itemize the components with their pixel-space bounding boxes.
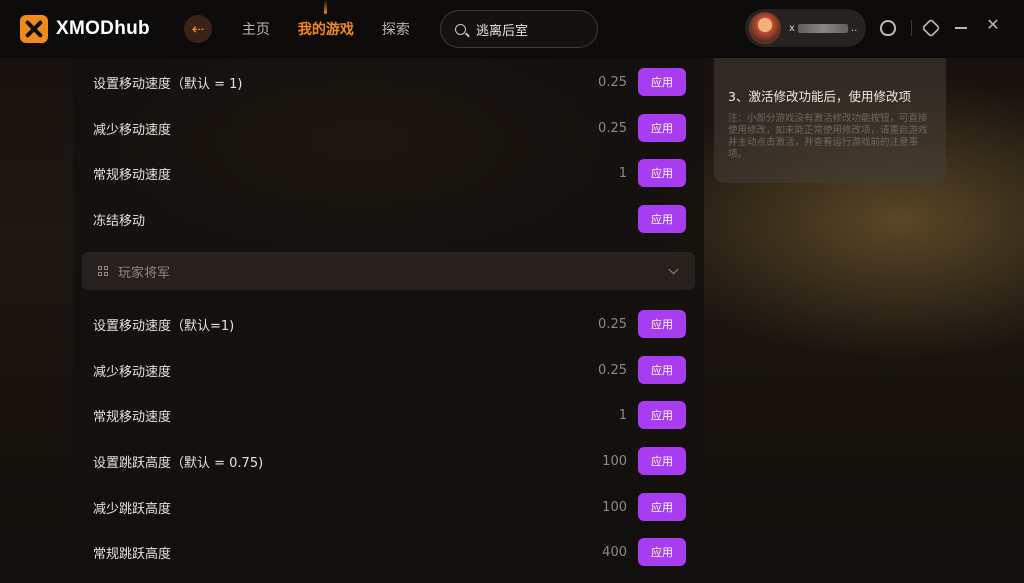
mod-label: 减少移动速度 [93, 122, 172, 138]
instruction-step-3: 3、激活修改功能后，使用修改项 [728, 89, 911, 104]
mod-value[interactable]: 1 [567, 166, 627, 181]
mod-row: 减少移动速度 0.25 应用 [93, 355, 686, 385]
apply-button[interactable]: 应用 [638, 356, 686, 384]
mod-value[interactable]: 1 [567, 408, 627, 423]
close-icon[interactable]: ✕ [985, 17, 1001, 33]
mod-value[interactable]: 100 [567, 454, 627, 469]
nav-my-games[interactable]: 我的游戏 [298, 0, 354, 39]
divider [911, 20, 912, 36]
mod-label: 减少移动速度 [93, 364, 172, 380]
chevron-down-icon[interactable] [668, 264, 679, 275]
mod-row: 减少跳跃高度 100 应用 [93, 492, 686, 522]
instruction-note: 注：小部分游戏没有激活修改功能按钮，可直接使用修改，如未能正常使用修改项，请重启… [728, 113, 928, 160]
back-button[interactable]: ⇠ [183, 15, 212, 43]
grid-icon [98, 265, 109, 277]
mod-label: 设置移动速度（默认=1) [93, 318, 235, 334]
mod-value[interactable]: 0.25 [567, 75, 627, 90]
apply-button[interactable]: 应用 [638, 447, 686, 475]
nav-explore[interactable]: 探索 [382, 19, 410, 39]
mod-value[interactable]: 400 [567, 545, 627, 560]
mod-value[interactable]: 0.25 [567, 317, 627, 332]
mod-row: 常规移动速度 1 应用 [93, 400, 686, 430]
apply-button[interactable]: 应用 [638, 205, 686, 233]
nav-home[interactable]: 主页 [242, 19, 270, 39]
apply-button[interactable]: 应用 [638, 538, 686, 566]
mod-list-panel: 设置移动速度（默认 = 1) 0.25 应用 减少移动速度 0.25 应用 常规… [73, 58, 704, 583]
instructions-card: 3、激活修改功能后，使用修改项 注：小部分游戏没有激活修改功能按钮，可直接使用修… [714, 58, 946, 183]
brand-name: XMODhub [56, 18, 150, 39]
mod-value[interactable]: 0.25 [567, 121, 627, 136]
xmod-logo-icon [20, 15, 48, 43]
support-icon[interactable] [880, 20, 896, 36]
search-icon [455, 23, 466, 35]
apply-button[interactable]: 应用 [638, 114, 686, 142]
username-prefix: x [789, 22, 795, 34]
section-header-player[interactable]: 玩家将军 [82, 252, 695, 290]
logo[interactable]: XMODhub [20, 15, 150, 43]
username-suffix: .. [850, 22, 858, 34]
back-arrow-icon: ⇠ [191, 20, 205, 38]
apply-button[interactable]: 应用 [638, 159, 686, 187]
mod-row: 常规移动速度 1 应用 [93, 158, 686, 188]
mod-label: 冻结移动 [93, 213, 146, 229]
mod-label: 减少跳跃高度 [93, 501, 172, 517]
minimize-icon[interactable] [955, 27, 967, 29]
section-title: 玩家将军 [118, 265, 171, 281]
apply-button[interactable]: 应用 [638, 310, 686, 338]
mod-row: 设置移动速度（默认=1) 0.25 应用 [93, 309, 686, 339]
mod-label: 常规跳跃高度 [93, 546, 172, 562]
avatar [749, 12, 781, 44]
mod-value[interactable]: 0.25 [567, 363, 627, 378]
mod-row: 设置跳跃高度（默认 = 0.75) 100 应用 [93, 446, 686, 476]
mod-row: 设置移动速度（默认 = 1) 0.25 应用 [93, 67, 686, 97]
apply-button[interactable]: 应用 [638, 401, 686, 429]
mod-value[interactable]: 100 [567, 500, 627, 515]
mod-row: 减少移动速度 0.25 应用 [93, 113, 686, 143]
mod-label: 常规移动速度 [93, 167, 172, 183]
apply-button[interactable]: 应用 [638, 493, 686, 521]
main-nav: 主页 我的游戏 探索 [242, 0, 438, 39]
username-redacted [797, 23, 848, 33]
mod-row: 冻结移动 应用 [93, 204, 686, 234]
search-value: 逃离后室 [476, 23, 529, 39]
mod-label: 设置移动速度（默认 = 1) [93, 76, 243, 92]
search-input[interactable]: 逃离后室 [440, 10, 598, 48]
user-profile[interactable]: x .. [745, 9, 866, 47]
mod-label: 设置跳跃高度（默认 = 0.75) [93, 455, 264, 471]
apply-button[interactable]: 应用 [638, 68, 686, 96]
mod-label: 常规移动速度 [93, 409, 172, 425]
mod-row: 常规跳跃高度 400 应用 [93, 537, 686, 567]
